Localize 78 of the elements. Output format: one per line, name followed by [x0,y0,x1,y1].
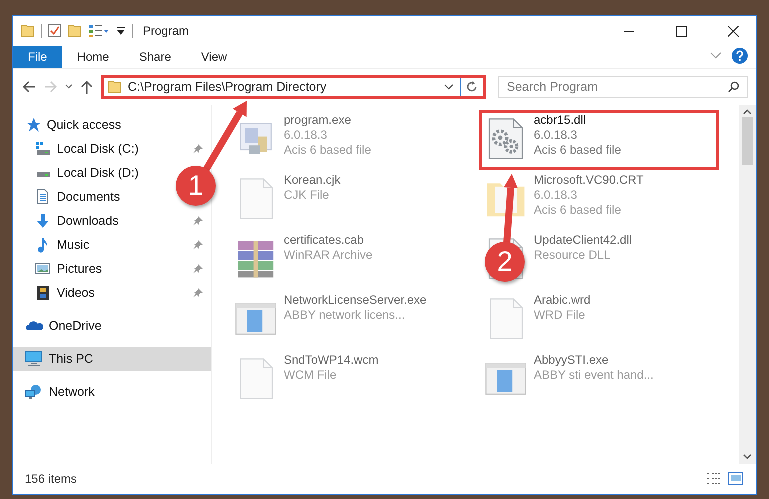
file-name: AbbyySTI.exe [534,353,610,368]
file-name: SndToWP14.wcm [284,353,379,368]
sidebar-item[interactable]: Videos [13,281,103,305]
sidebar-item[interactable]: This PC [13,347,211,371]
up-icon[interactable] [79,79,95,95]
file-name: Arabic.wrd [534,293,591,308]
file-detail: Resource DLL [534,248,612,263]
ribbon-tab[interactable]: View [186,46,242,68]
file-name: certificates.cab [284,233,366,248]
ribbon-tab[interactable]: Home [62,46,124,68]
sidebar-item[interactable]: Local Disk (D:) [13,161,147,185]
scroll-thumb[interactable] [742,117,753,165]
star-icon [25,117,41,133]
file-name: NetworkLicenseServer.exe [284,293,427,308]
download-icon [35,213,51,229]
maximize-icon [676,26,686,36]
file-name: Microsoft.VC90.CRT [534,173,644,188]
file-detail: WRD File [534,308,586,323]
sidebar-item[interactable]: Network [13,380,103,404]
pictures-icon [35,261,51,277]
computer-icon [25,351,43,367]
back-icon[interactable] [21,79,37,95]
sidebar-item[interactable]: Quick access [13,113,130,137]
pin-icon[interactable] [193,264,203,274]
sidebar-item[interactable]: Documents [13,185,128,209]
file-name: acbr15.dll [534,113,588,128]
large-icons-view-icon[interactable] [728,472,744,486]
close-icon [728,26,738,36]
file-detail: 6.0.18.3 [284,128,328,143]
file-detail: WinRAR Archive [284,248,373,263]
address-path: C:\Program Files\Program Directory [128,80,328,94]
pin-icon[interactable] [193,288,203,298]
file-detail: Acis 6 based file [534,203,622,218]
file-name: program.exe [284,113,352,128]
recent-caret-icon[interactable] [65,84,73,90]
help-icon[interactable] [732,48,748,64]
file-detail: ABBY sti event hand... [534,368,654,383]
minimize-icon [624,30,634,32]
file-detail: 6.0.18.3 [534,188,578,203]
film-icon [35,285,51,301]
network-icon [25,384,43,400]
pin-icon[interactable] [193,240,203,250]
sidebar-item[interactable]: Local Disk (C:) [13,137,147,161]
file-detail: CJK File [284,188,330,203]
item-count: 156 items [25,472,78,486]
sidebar-item[interactable]: Music [13,233,98,257]
scroll-up-icon[interactable] [743,109,752,115]
window-title: Program [143,24,190,38]
file-detail: Acis 6 based file [284,143,372,158]
drive-icon [35,141,51,157]
refresh-icon [466,81,478,93]
folder-icon [108,80,122,94]
sidebar-item[interactable]: Downloads [13,209,127,233]
file-name: Korean.cjk [284,173,341,188]
file-name: UpdateClient42.dll [534,233,632,248]
scrollbar[interactable] [739,105,756,464]
details-view-icon[interactable] [706,472,722,486]
scroll-down-icon[interactable] [743,454,752,460]
drive-icon [35,172,51,178]
ribbon-tab[interactable]: Share [124,46,186,68]
dropdown-caret-icon[interactable] [444,84,454,90]
expand-ribbon-icon[interactable] [710,52,722,60]
pin-icon[interactable] [193,144,203,154]
ribbon-tab[interactable]: File [13,46,62,68]
search-field[interactable]: Search Program [498,76,748,98]
properties-icon[interactable] [48,24,62,38]
file-detail: ABBY network licens... [284,308,406,323]
document-icon [35,189,51,205]
file-detail: Acis 6 based file [534,143,622,158]
sidebar-item[interactable]: Pictures [13,257,110,281]
search-icon[interactable] [728,81,740,93]
file-detail: WCM File [284,368,338,383]
file-detail: 6.0.18.3 [534,128,578,143]
pin-icon[interactable] [193,216,203,226]
view-options-icon[interactable] [88,24,110,38]
customize-caret-icon[interactable] [116,26,126,36]
address-field[interactable]: C:\Program Files\Program Directory [101,75,486,99]
sidebar-item[interactable]: OneDrive [13,314,110,338]
